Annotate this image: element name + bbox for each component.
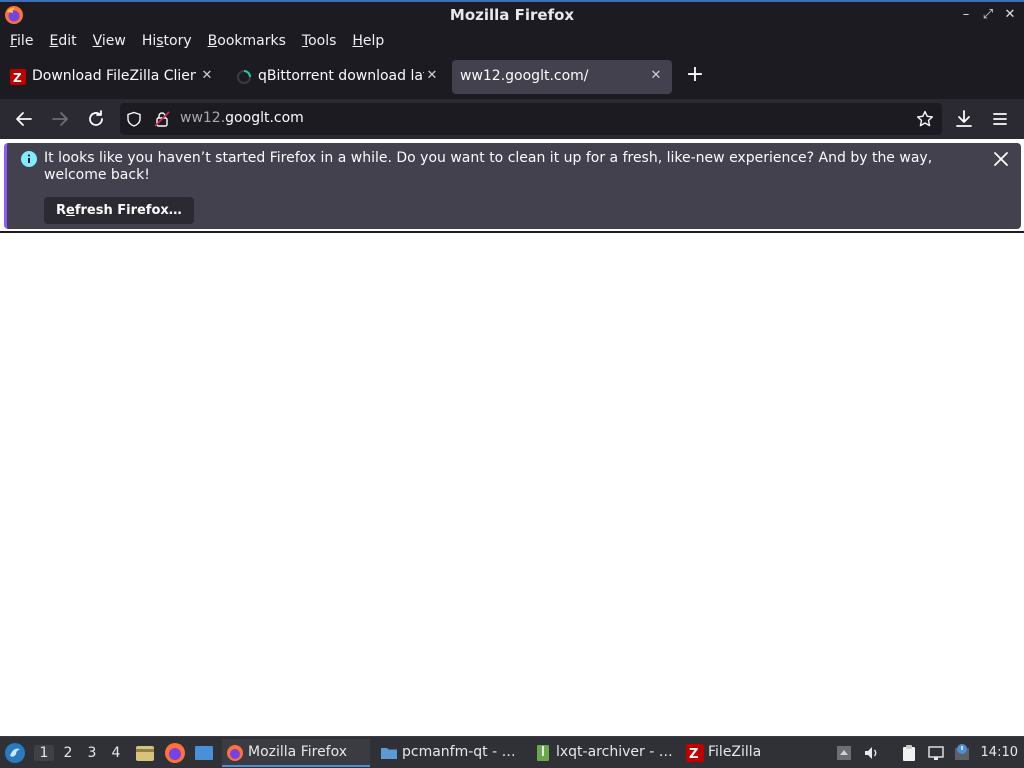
refresh-firefox-button[interactable]: Refresh Firefox…	[44, 197, 194, 224]
tab-label: qBittorrent download late	[258, 68, 424, 84]
clipboard-icon[interactable]	[900, 744, 918, 762]
tab-close-icon[interactable]: ✕	[424, 68, 440, 84]
page-content[interactable]	[0, 233, 1024, 736]
folder-icon	[381, 748, 397, 759]
menu-tools[interactable]: Tools	[294, 29, 345, 55]
back-arrow-icon[interactable]	[12, 107, 36, 131]
task-filezilla[interactable]: Z FileZilla	[682, 739, 792, 767]
task-label: FileZilla	[708, 744, 762, 760]
workspace-3[interactable]: 3	[82, 745, 102, 761]
tray-up-arrow-icon[interactable]	[835, 744, 853, 762]
menu-help[interactable]: Help	[344, 29, 392, 55]
url-bar[interactable]: ww12.googlt.com	[120, 103, 942, 135]
menu-bar: File Edit View History Bookmarks Tools H…	[0, 29, 1024, 55]
reload-icon[interactable]	[84, 107, 108, 131]
tab-close-icon[interactable]: ✕	[648, 68, 664, 84]
minimize-icon[interactable]: –	[958, 7, 974, 23]
taskbar: 1 2 3 4 Mozilla Firefox pcmanfm-qt - … l…	[0, 736, 1024, 768]
tab-close-icon[interactable]: ✕	[199, 68, 215, 84]
tab-qbittorrent[interactable]: qBittorrent download late ✕	[226, 60, 448, 94]
task-lxqt-archiver[interactable]: lxqt-archiver - …	[530, 739, 680, 767]
forward-arrow-icon[interactable]	[48, 107, 72, 131]
refresh-notification-bar: It looks like you haven’t started Firefo…	[4, 143, 1021, 229]
clock: 14:10	[980, 745, 1018, 760]
url-text[interactable]: ww12.googlt.com	[180, 110, 304, 126]
task-label: lxqt-archiver - …	[556, 744, 673, 760]
bookmark-star-icon[interactable]	[916, 110, 934, 128]
tab-label: Download FileZilla Client	[32, 68, 196, 84]
svg-text:Z: Z	[13, 71, 22, 85]
filezilla-icon: Z	[686, 744, 704, 762]
workspace-1[interactable]: 1	[34, 745, 54, 761]
file-manager-icon[interactable]	[134, 742, 156, 764]
navigation-toolbar: ww12.googlt.com	[0, 99, 1024, 139]
window-titlebar[interactable]: Mozilla Firefox – ⤢ ✕	[0, 0, 1024, 29]
menu-file[interactable]: File	[2, 29, 41, 55]
menu-edit[interactable]: Edit	[41, 29, 84, 55]
tab-label: ww12.googlt.com/	[460, 68, 589, 84]
task-firefox[interactable]: Mozilla Firefox	[222, 739, 370, 767]
filezilla-icon: Z	[10, 69, 26, 85]
svg-text:Z: Z	[689, 747, 698, 762]
archive-icon	[537, 745, 549, 761]
shield-icon[interactable]	[126, 111, 142, 127]
volume-icon[interactable]	[863, 744, 881, 762]
task-label: Mozilla Firefox	[248, 744, 348, 760]
tab-strip: Z Download FileZilla Client ✕ qBittorren…	[0, 55, 1024, 99]
close-notification-icon[interactable]	[993, 151, 1009, 167]
lxqt-start-menu-icon[interactable]	[4, 742, 26, 764]
downloads-icon[interactable]	[952, 107, 976, 131]
loading-spinner-icon	[237, 70, 251, 84]
menu-history[interactable]: History	[134, 29, 200, 55]
firefox-launcher-icon[interactable]	[164, 742, 186, 764]
restore-icon[interactable]: ⤢	[980, 7, 996, 23]
task-label: pcmanfm-qt - …	[402, 744, 516, 760]
task-pcmanfm[interactable]: pcmanfm-qt - …	[376, 739, 526, 767]
info-icon	[21, 151, 37, 167]
new-tab-plus-icon[interactable]: +	[684, 64, 706, 86]
menu-bookmarks[interactable]: Bookmarks	[200, 29, 294, 55]
workspace-2[interactable]: 2	[58, 745, 78, 761]
window-title: Mozilla Firefox	[449, 6, 575, 24]
network-icon[interactable]	[927, 744, 945, 762]
firefox-icon	[227, 745, 243, 761]
close-window-icon[interactable]: ✕	[1002, 7, 1018, 23]
workspace-4[interactable]: 4	[106, 745, 126, 761]
menu-view[interactable]: View	[85, 29, 134, 55]
tab-filezilla[interactable]: Z Download FileZilla Client ✕	[0, 60, 222, 94]
tab-googlt[interactable]: ww12.googlt.com/ ✕	[452, 60, 672, 94]
notification-message: It looks like you haven’t started Firefo…	[44, 150, 933, 183]
insecure-lock-icon[interactable]	[154, 111, 170, 127]
firefox-window: Mozilla Firefox – ⤢ ✕ File Edit View His…	[0, 0, 1024, 768]
update-notifier-icon[interactable]	[953, 744, 971, 762]
show-desktop-icon[interactable]	[193, 742, 215, 764]
hamburger-menu-icon[interactable]	[988, 107, 1012, 131]
